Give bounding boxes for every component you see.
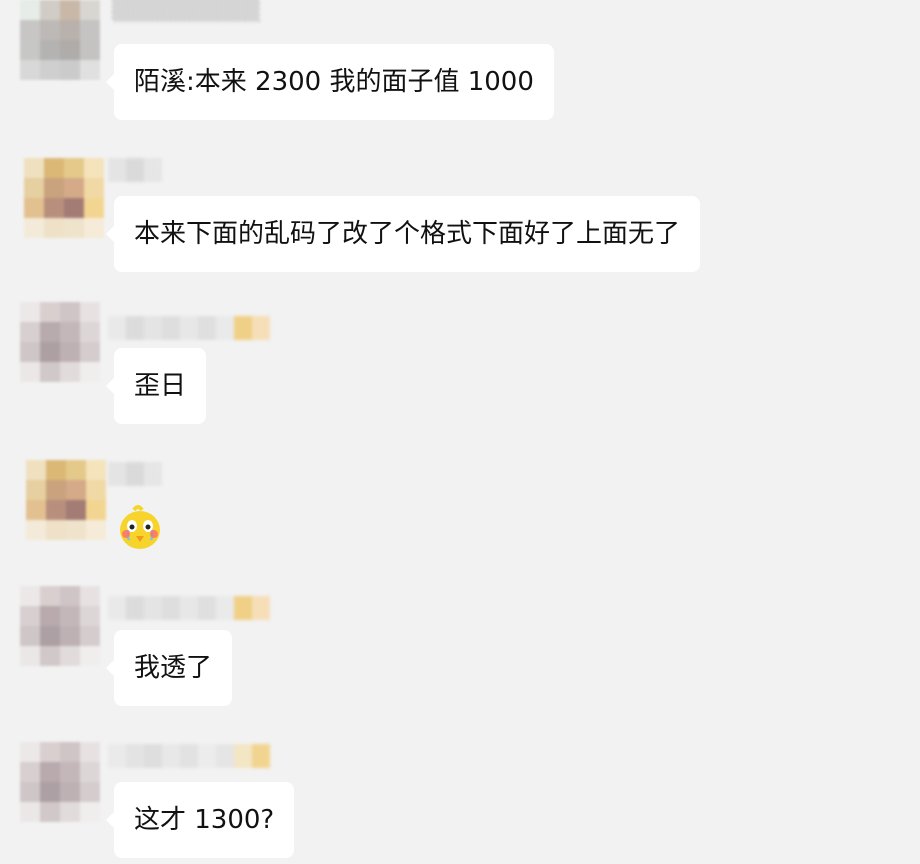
sender-name-blurred [108,316,270,340]
message-bubble[interactable]: 歪日 [105,348,207,424]
avatar[interactable] [20,586,100,666]
avatar[interactable] [20,0,100,80]
sender-name-blurred [108,596,270,620]
message-bubble[interactable]: 本来下面的乱码了改了个格式下面好了上面无了 [105,196,701,272]
avatar[interactable] [26,460,106,540]
sender-name-blurred: ▒▒▒▒▒▒▒▒ [112,0,260,22]
avatar[interactable] [20,742,100,822]
sender-name-blurred [108,158,162,182]
yellow-duck-crying-sticker[interactable] [114,500,166,552]
message-bubble[interactable]: 这才 1300? [105,782,295,858]
sender-name-blurred [108,462,162,486]
avatar[interactable] [24,158,104,238]
avatar[interactable] [20,302,100,382]
message-bubble[interactable]: 我透了 [105,630,233,706]
message-bubble[interactable]: 陌溪:本来 2300 我的面子值 1000 [106,44,554,120]
sender-name-blurred [108,744,270,768]
